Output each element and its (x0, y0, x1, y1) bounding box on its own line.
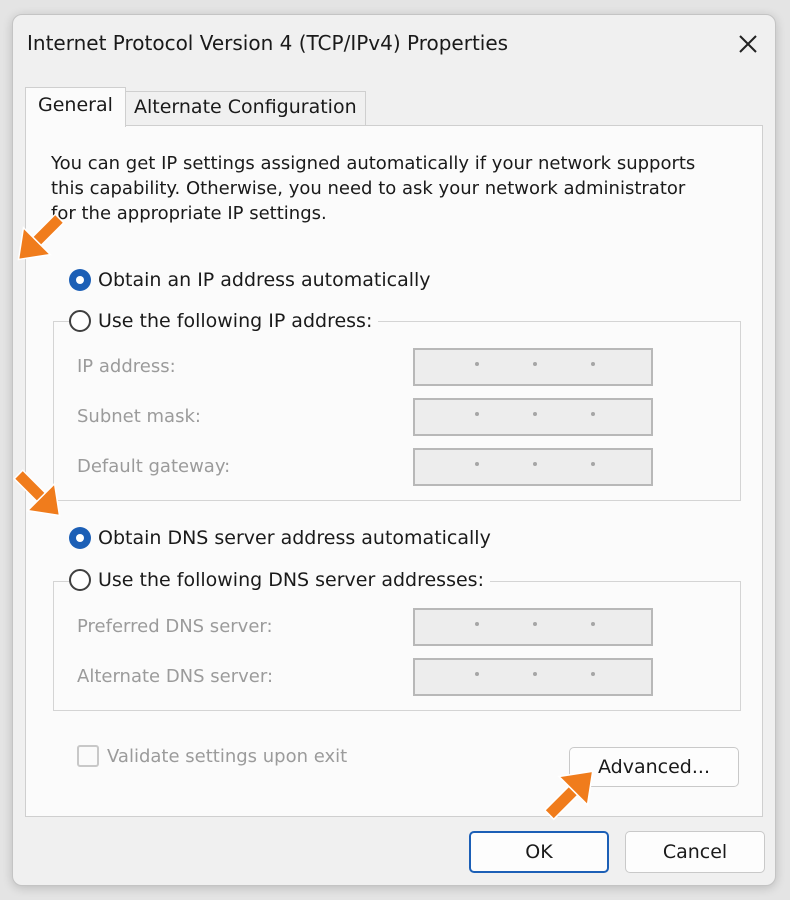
alternate-dns-label: Alternate DNS server: (77, 666, 274, 687)
ipv4-properties-dialog: Internet Protocol Version 4 (TCP/IPv4) P… (12, 14, 776, 886)
default-gateway-label: Default gateway: (77, 456, 231, 477)
checkbox-indicator (77, 745, 99, 767)
subnet-mask-input[interactable] (413, 398, 653, 436)
description-text: You can get IP settings assigned automat… (51, 153, 696, 224)
cancel-button[interactable]: Cancel (625, 831, 765, 873)
tab-alternate-configuration[interactable]: Alternate Configuration (125, 91, 366, 125)
tab-general[interactable]: General (25, 87, 126, 127)
radio-unselected-indicator (69, 310, 91, 332)
validate-settings-checkbox[interactable]: Validate settings upon exit (77, 745, 347, 767)
radio-selected-indicator (69, 527, 91, 549)
radio-obtain-ip-automatically[interactable]: Obtain an IP address automatically (69, 269, 431, 291)
subnet-mask-label: Subnet mask: (77, 406, 201, 427)
preferred-dns-label: Preferred DNS server: (77, 616, 273, 637)
ok-button[interactable]: OK (469, 831, 609, 873)
radio-obtain-dns-automatically[interactable]: Obtain DNS server address automatically (69, 527, 491, 549)
advanced-button[interactable]: Advanced... (569, 747, 739, 787)
radio-use-following-ip[interactable]: Use the following IP address: (69, 310, 379, 332)
alternate-dns-input[interactable] (413, 658, 653, 696)
ip-address-label: IP address: (77, 356, 176, 377)
radio-use-following-dns[interactable]: Use the following DNS server addresses: (69, 569, 490, 591)
default-gateway-input[interactable] (413, 448, 653, 486)
ip-address-input[interactable] (413, 348, 653, 386)
close-icon (739, 35, 757, 53)
radio-selected-indicator (69, 269, 91, 291)
preferred-dns-input[interactable] (413, 608, 653, 646)
radio-unselected-indicator (69, 569, 91, 591)
close-button[interactable] (731, 27, 765, 61)
window-title: Internet Protocol Version 4 (TCP/IPv4) P… (27, 31, 509, 55)
